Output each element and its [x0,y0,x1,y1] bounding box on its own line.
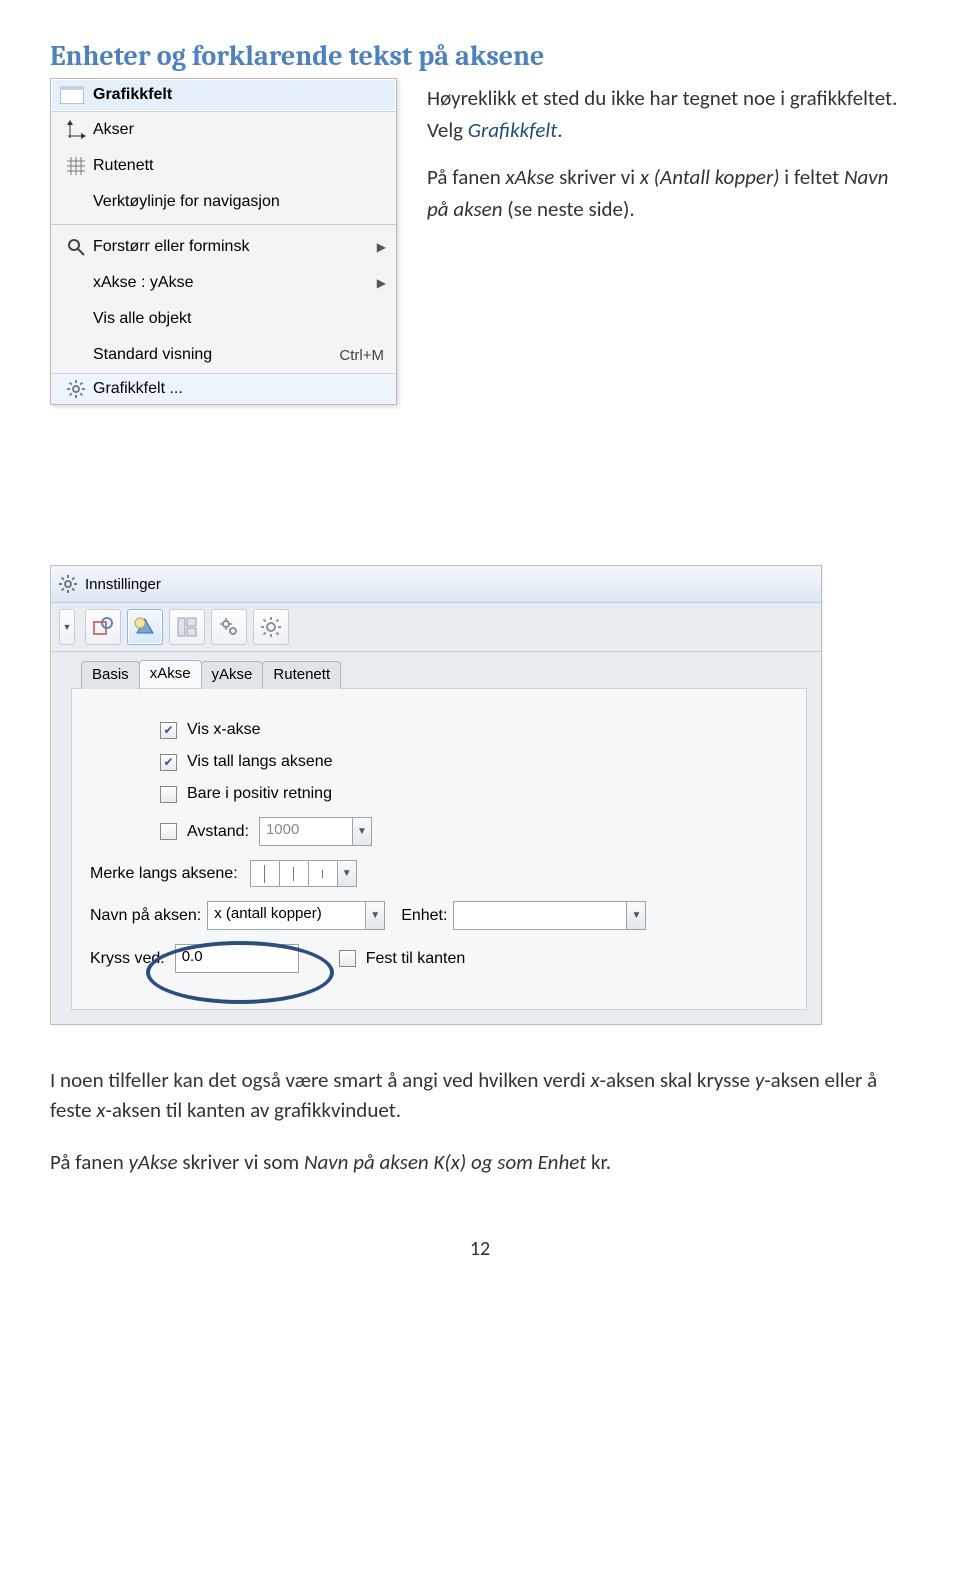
magnifier-icon [59,238,93,256]
italic-text: ) og som [460,1149,538,1175]
checkbox-fest-kanten[interactable] [339,950,356,967]
text: (se neste side). [503,196,635,222]
text: På fanen [427,164,506,190]
unit-input[interactable] [453,901,627,930]
checkbox-vis-tall[interactable] [160,754,177,771]
text: i feltet [780,164,844,190]
text: skriver vi [554,164,640,190]
submenu-arrow-icon: ▶ [377,276,388,290]
menu-label: Rutenett [93,157,388,175]
toolbar-btn-advanced[interactable] [253,609,289,645]
field-label: Enhet: [401,907,447,925]
field-label: Kryss ved: [90,950,165,968]
tab-yakse[interactable]: yAkse [201,661,264,689]
toolbar-btn-layout[interactable] [169,609,205,645]
italic-text: x (Antall kopper) [640,164,780,190]
menu-label: Vis alle objekt [93,310,388,328]
tab-rutenett[interactable]: Rutenett [262,661,341,689]
settings-dialog: Innstillinger ▼ Basis xAkse yAkse Rutene… [50,565,822,1025]
dropdown-arrow-icon[interactable]: ▼ [626,901,646,930]
grid-icon [59,157,93,175]
window-icon [59,85,85,105]
menu-item-zoom[interactable]: Forstørr eller forminsk ▶ [51,229,396,265]
page-number: 12 [50,1237,910,1261]
context-menu-title: Grafikkfelt [93,86,172,104]
toolbar-btn-graphics[interactable] [127,609,163,645]
toolbar-btn-objects[interactable] [85,609,121,645]
checkbox-label: Vis tall langs aksene [187,753,333,771]
checkbox-vis-x-akse[interactable] [160,722,177,739]
text: -aksen skal krysse [600,1067,755,1093]
italic-text: xAkse [506,164,555,190]
intro-paragraphs: Høyreklikk et sted du ikke har tegnet no… [427,78,910,225]
italic-text: K( [433,1149,450,1175]
text: -aksen til kanten av grafikkvinduet. [105,1097,401,1123]
dialog-panel: Vis x-akse Vis tall langs aksene Bare i … [71,688,807,1010]
shortcut-text: Ctrl+M [339,347,388,364]
menu-separator [51,224,396,225]
checkbox-label: Bare i positiv retning [187,785,332,803]
field-label: Merke langs aksene: [90,865,238,883]
tick-option-3[interactable] [308,860,338,887]
toolbar-dropdown-arrow[interactable]: ▼ [59,609,75,645]
section-heading: Enheter og forklarende tekst på aksene [50,40,910,72]
italic-text: x [451,1149,460,1175]
menu-item-xyaxes[interactable]: xAkse : yAkse ▶ [51,265,396,301]
menu-item-showall[interactable]: Vis alle objekt [51,301,396,337]
dialog-title: Innstillinger [85,576,161,593]
body-paragraph-2: På fanen yAkse skriver vi som Navn på ak… [50,1147,910,1177]
text: I noen tilfeller kan det også være smart… [50,1067,590,1093]
text: På fanen [50,1149,129,1175]
kryss-input[interactable]: 0.0 [175,944,299,973]
checkbox-pos-retning[interactable] [160,786,177,803]
text: . [557,117,562,143]
checkbox-avstand[interactable] [160,823,177,840]
gear-icon [59,575,77,593]
avstand-input[interactable]: 1000 [259,817,353,846]
dropdown-arrow-icon[interactable]: ▼ [337,860,357,887]
toolbar-btn-settings[interactable] [211,609,247,645]
body-paragraph-1: I noen tilfeller kan det også være smart… [50,1065,910,1126]
menu-label: Verktøylinje for navigasjon [93,193,388,211]
italic-text: yAkse [129,1149,178,1175]
dialog-tabs: Basis xAkse yAkse Rutenett [51,652,821,688]
menu-item-axes[interactable]: Akser [51,112,396,148]
italic-text: x [590,1067,599,1093]
menu-item-grid[interactable]: Rutenett [51,148,396,184]
context-menu: Grafikkfelt Akser Rutenett Verktøylinje … [50,78,397,405]
menu-item-navbar[interactable]: Verktøylinje for navigasjon [51,184,396,220]
dropdown-arrow-icon[interactable]: ▼ [352,817,372,846]
menu-label: Standard visning [93,346,339,364]
tab-basis[interactable]: Basis [81,661,140,689]
checkbox-label: Fest til kanten [366,950,466,968]
text: skriver vi som [178,1149,304,1175]
text: kr. [586,1149,611,1175]
dialog-titlebar: Innstillinger [51,566,821,603]
dropdown-arrow-icon[interactable]: ▼ [365,901,385,930]
submenu-arrow-icon: ▶ [377,240,388,254]
menu-item-grafikkfelt-more[interactable]: Grafikkfelt ... [51,373,396,404]
context-menu-header: Grafikkfelt [51,79,396,112]
tick-option-2[interactable] [279,860,309,887]
checkbox-label: Vis x-akse [187,721,261,739]
italic-text: Enhet [538,1149,587,1175]
menu-item-stdview[interactable]: Standard visning Ctrl+M [51,337,396,373]
menu-label: Akser [93,121,388,139]
axis-name-input[interactable]: x (antall kopper) [207,901,366,930]
italic-text: y [755,1067,764,1093]
italic-text: Navn på aksen [304,1149,429,1175]
tab-xakse[interactable]: xAkse [139,660,202,688]
menu-label: Forstørr eller forminsk [93,238,377,256]
gear-icon [59,380,93,398]
axes-icon [59,120,93,140]
dialog-toolbar: ▼ [51,603,821,652]
link-text: Grafikkfelt [468,117,557,143]
menu-label: Grafikkfelt ... [93,380,388,398]
tick-option-1[interactable] [250,860,280,887]
menu-label: xAkse : yAkse [93,274,377,292]
checkbox-label: Avstand: [187,823,249,841]
field-label: Navn på aksen: [90,907,201,925]
